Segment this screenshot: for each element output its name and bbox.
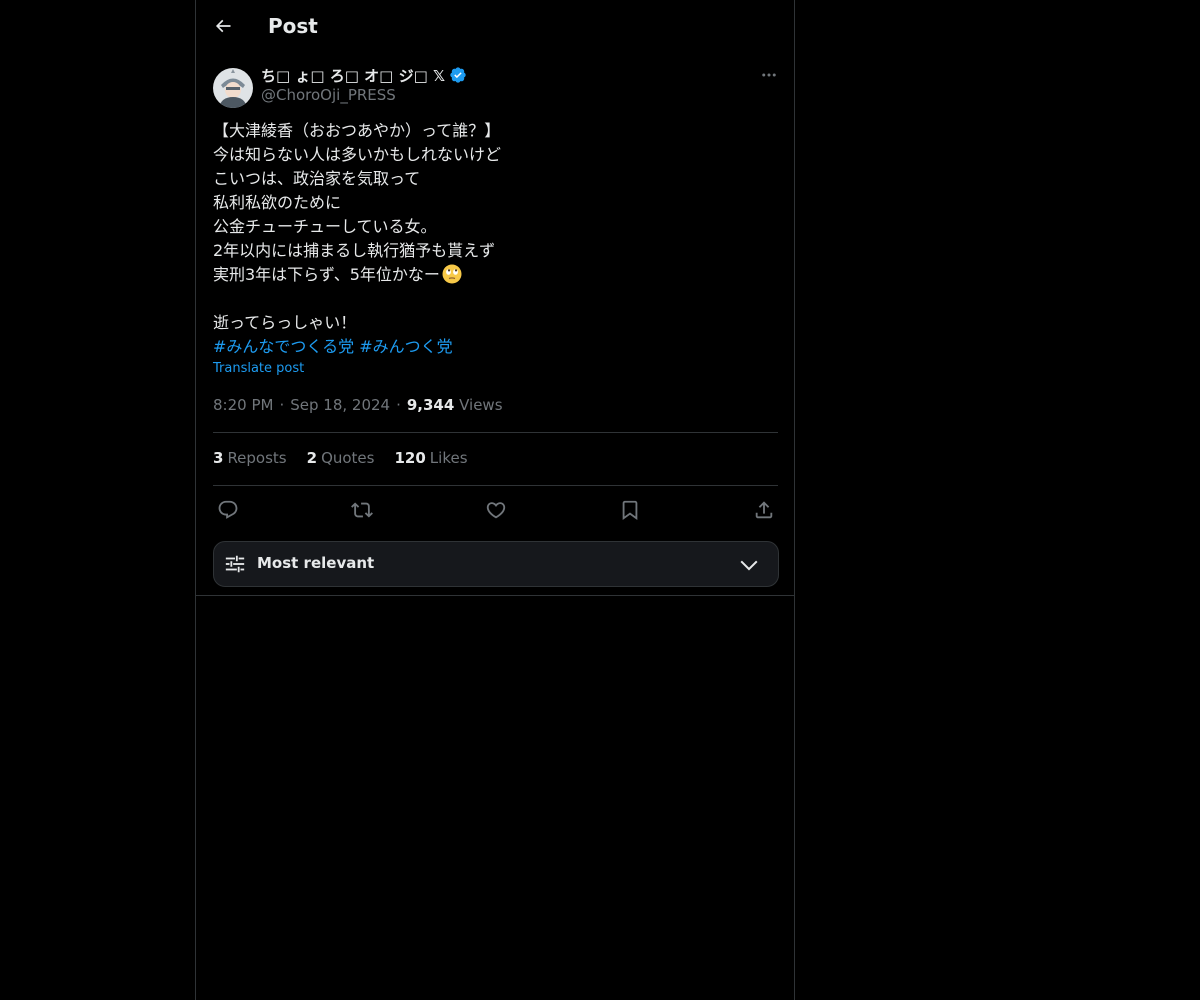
heart-icon [486, 502, 506, 519]
views-count: 9,344 [406, 396, 455, 414]
back-button[interactable] [210, 13, 236, 39]
tweet-line: 私利私欲のために [213, 193, 342, 212]
likes-label: Likes [429, 449, 468, 467]
reposts-count: 3 [213, 449, 224, 467]
hashtag-line: #みんなでつくる党 #みんつく党 [213, 335, 773, 359]
meta-separator: · [396, 396, 401, 414]
arrow-left-icon [215, 19, 231, 33]
share-icon [755, 501, 773, 519]
quotes-stat[interactable]: 2 Quotes [307, 449, 375, 467]
sort-replies-dropdown[interactable]: Most relevant [213, 541, 779, 587]
quotes-label: Quotes [321, 449, 375, 467]
reposts-stat[interactable]: 3 Reposts [213, 449, 287, 467]
bookmark-icon [622, 500, 638, 521]
tweet-time[interactable]: 8:20 PM [213, 396, 273, 414]
divider [196, 595, 794, 596]
tweet-text: 【大津綾香（おおつあやか）って誰？】 今は知らない人は多いかもしれないけど こい… [213, 119, 773, 359]
tweet-line: 公金チューチューしている女。 [213, 217, 437, 236]
page-title: Post [268, 14, 318, 38]
likes-count: 120 [394, 449, 426, 467]
hashtag-link[interactable]: #みんつく党 [359, 337, 452, 356]
avatar[interactable] [213, 68, 253, 108]
views-label: Views [459, 396, 503, 414]
reposts-label: Reposts [227, 449, 287, 467]
face-with-rolling-eyes-icon [442, 264, 462, 284]
tweet-line: 2年以内には捕まるし執行猶予も貰えず [213, 241, 496, 260]
tweet-meta: 8:20 PM · Sep 18, 2024 · 9,344 Views [213, 396, 503, 414]
reply-icon [218, 500, 238, 519]
tweet-line-text: 実刑3年は下らず、5年位かなー [213, 265, 440, 284]
reply-button[interactable] [214, 496, 242, 524]
more-button[interactable] [758, 64, 780, 86]
sort-label: Most relevant [257, 554, 375, 572]
author-name-row: ち□ ょ□ ろ□ オ□ ジ□ 𝕏 [261, 64, 467, 86]
likes-stat[interactable]: 120 Likes [394, 449, 467, 467]
author-display-name[interactable]: ち□ ょ□ ろ□ オ□ ジ□ 𝕏 [261, 65, 445, 86]
share-button[interactable] [750, 496, 778, 524]
engagement-stats: 3 Reposts 2 Quotes 120 Likes [213, 449, 468, 467]
tweet-line: 【大津綾香（おおつあやか）って誰？】 [213, 121, 501, 140]
translate-post-link[interactable]: Translate post [213, 361, 304, 376]
filter-sliders-icon [225, 555, 245, 573]
tweet-date[interactable]: Sep 18, 2024 [290, 396, 390, 414]
action-bar [213, 496, 778, 524]
chevron-down-icon [740, 560, 758, 571]
divider [213, 432, 778, 433]
hashtag-link[interactable]: #みんなでつくる党 [213, 337, 354, 356]
tweet-line: 今は知らない人は多いかもしれないけど [213, 145, 502, 164]
avatar-image [213, 68, 253, 108]
main-column: Post ち□ ょ□ ろ□ オ□ ジ□ 𝕏 @ChoroOji_PRESS 【大… [195, 0, 795, 1000]
meta-separator: · [279, 396, 285, 414]
bookmark-button[interactable] [616, 496, 644, 524]
tweet-line: 実刑3年は下らず、5年位かなー [213, 263, 773, 287]
repost-button[interactable] [348, 496, 376, 524]
like-button[interactable] [482, 496, 510, 524]
quotes-count: 2 [306, 449, 318, 467]
page-header: Post [196, 0, 794, 54]
repost-icon [351, 502, 373, 518]
tweet-line: こいつは、政治家を気取って [213, 169, 421, 188]
divider [213, 485, 778, 486]
tweet-line: 逝ってらっしゃい！ [213, 313, 357, 332]
verified-badge-icon[interactable] [449, 66, 467, 84]
author-handle[interactable]: @ChoroOji_PRESS [261, 86, 396, 104]
more-icon [762, 73, 776, 77]
